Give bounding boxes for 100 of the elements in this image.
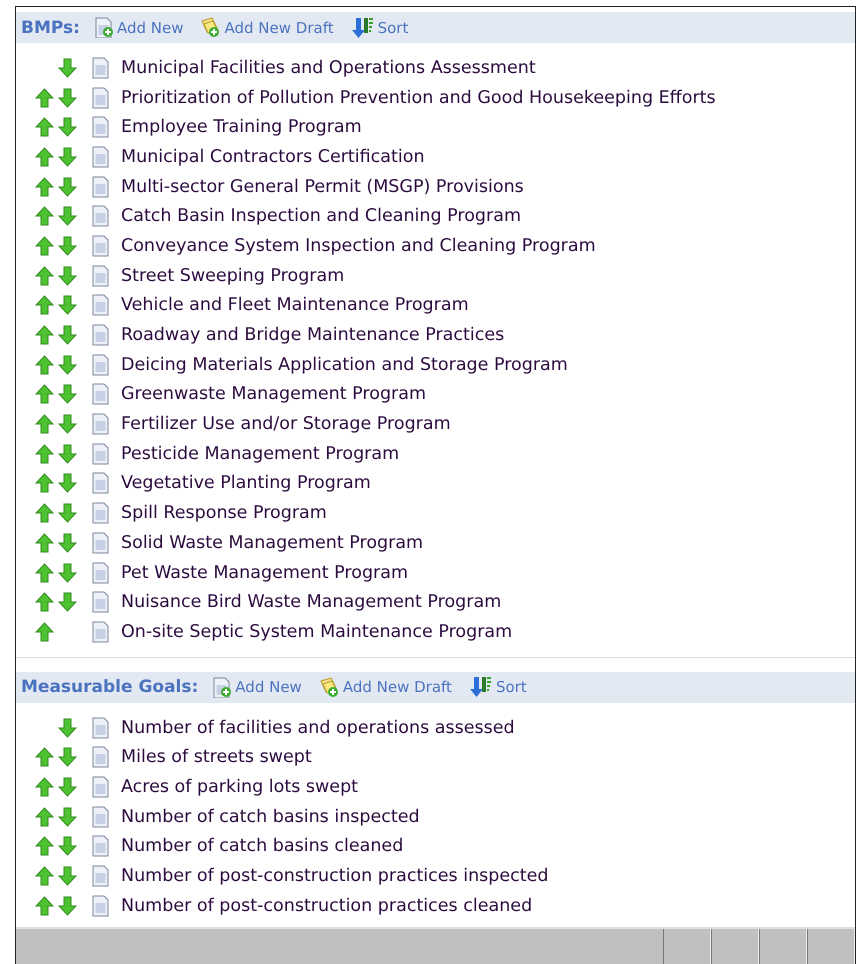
move-down-arrow-icon[interactable]	[58, 592, 77, 612]
document-icon	[91, 205, 110, 228]
item-link[interactable]: Deicing Materials Application and Storage Program	[121, 354, 568, 375]
move-down-arrow-icon[interactable]	[58, 414, 77, 434]
document-icon	[91, 502, 110, 524]
document-icon	[91, 56, 110, 79]
sort-link[interactable]: Sort	[378, 18, 408, 36]
move-down-arrow-icon[interactable]	[58, 384, 77, 404]
sort-link[interactable]: Sort	[496, 678, 527, 696]
item-link[interactable]: Number of facilities and operations assessed	[121, 718, 515, 738]
document-add-icon	[212, 676, 232, 698]
move-down-arrow-icon[interactable]	[58, 295, 77, 316]
document-icon	[91, 294, 110, 316]
add-new-draft-link[interactable]: Add New Draft	[342, 678, 452, 696]
item-link[interactable]: Street Sweeping Program	[121, 266, 344, 286]
move-up-arrow-icon[interactable]	[35, 503, 54, 524]
item-link[interactable]: On-site Septic System Maintenance Program	[121, 622, 512, 642]
item-link[interactable]: Greenwaste Management Program	[121, 384, 426, 404]
document-icon	[91, 383, 110, 406]
move-up-arrow-icon[interactable]	[35, 414, 54, 434]
item-link[interactable]: Spill Response Program	[121, 503, 327, 524]
sort-icon	[350, 16, 375, 38]
item-link[interactable]: Catch Basin Inspection and Cleaning Program	[121, 206, 522, 226]
item-link[interactable]: Nuisance Bird Waste Management Program	[121, 592, 502, 612]
notes-add-icon	[318, 676, 340, 698]
move-up-arrow-icon[interactable]	[35, 444, 54, 464]
move-down-arrow-icon[interactable]	[58, 176, 77, 197]
item-link[interactable]: Number of catch basins cleaned	[121, 836, 404, 856]
item-link[interactable]: Number of catch basins inspected	[121, 806, 420, 827]
move-down-arrow-icon[interactable]	[58, 206, 77, 226]
move-down-arrow-icon[interactable]	[58, 806, 77, 827]
item-link[interactable]: Municipal Facilities and Operations Assessment	[121, 58, 536, 78]
document-icon	[91, 865, 110, 888]
move-up-arrow-icon[interactable]	[35, 236, 54, 256]
move-down-arrow-icon[interactable]	[58, 266, 77, 286]
move-down-arrow-icon[interactable]	[58, 896, 77, 916]
move-up-arrow-icon[interactable]	[35, 866, 54, 886]
move-up-arrow-icon[interactable]	[35, 146, 54, 167]
status-pane	[807, 928, 855, 964]
document-add-icon	[94, 17, 114, 38]
item-link[interactable]: Fertilizer Use and/or Storage Program	[121, 414, 451, 434]
move-up-arrow-icon[interactable]	[35, 747, 54, 768]
add-new-link[interactable]: Add New	[116, 18, 184, 36]
move-up-arrow-icon[interactable]	[35, 562, 54, 583]
move-down-arrow-icon[interactable]	[58, 236, 77, 256]
item-link[interactable]: Solid Waste Management Program	[121, 532, 424, 553]
move-down-arrow-icon[interactable]	[58, 117, 77, 138]
document-icon	[91, 146, 110, 168]
sort-icon	[468, 676, 493, 698]
move-down-arrow-icon[interactable]	[58, 532, 77, 553]
move-up-arrow-icon[interactable]	[35, 325, 54, 346]
move-down-arrow-icon[interactable]	[58, 354, 77, 375]
move-down-arrow-icon[interactable]	[58, 444, 77, 464]
move-up-arrow-icon[interactable]	[35, 176, 54, 197]
item-link[interactable]: Conveyance System Inspection and Cleaning Program	[121, 236, 596, 256]
move-up-arrow-icon[interactable]	[35, 206, 54, 226]
item-link[interactable]: Number of post-construction practices inspected	[121, 866, 549, 886]
item-link[interactable]: Municipal Contractors Certification	[121, 146, 425, 167]
add-new-draft-link[interactable]: Add New Draft	[224, 18, 334, 36]
move-down-arrow-icon[interactable]	[58, 776, 77, 797]
item-link[interactable]: Number of post-construction practices cleaned	[121, 896, 532, 916]
move-down-arrow-icon[interactable]	[58, 866, 77, 886]
document-icon	[91, 716, 110, 739]
item-link[interactable]: Pet Waste Management Program	[121, 562, 408, 583]
status-pane	[759, 928, 807, 964]
move-down-arrow-icon[interactable]	[58, 325, 77, 346]
move-down-arrow-icon[interactable]	[58, 718, 77, 738]
move-up-arrow-icon[interactable]	[35, 622, 54, 642]
move-up-arrow-icon[interactable]	[35, 806, 54, 827]
item-link[interactable]: Pesticide Management Program	[121, 444, 400, 464]
move-up-arrow-icon[interactable]	[35, 354, 54, 375]
item-link[interactable]: Multi-sector General Permit (MSGP) Provisions	[121, 176, 524, 197]
move-down-arrow-icon[interactable]	[58, 747, 77, 768]
item-link[interactable]: Employee Training Program	[121, 117, 362, 138]
item-link[interactable]: Vegetative Planting Program	[121, 473, 371, 494]
item-link[interactable]: Acres of parking lots swept	[121, 776, 358, 797]
item-link[interactable]: Roadway and Bridge Maintenance Practices	[121, 325, 504, 346]
move-down-arrow-icon[interactable]	[58, 503, 77, 524]
move-down-arrow-icon[interactable]	[58, 146, 77, 167]
move-up-arrow-icon[interactable]	[35, 384, 54, 404]
move-up-arrow-icon[interactable]	[35, 896, 54, 916]
move-down-arrow-icon[interactable]	[58, 473, 77, 494]
move-up-arrow-icon[interactable]	[35, 117, 54, 138]
move-up-arrow-icon[interactable]	[35, 776, 54, 797]
item-link[interactable]: Prioritization of Pollution Prevention and Good Housekeeping Efforts	[121, 88, 716, 108]
move-up-arrow-icon[interactable]	[35, 592, 54, 612]
move-up-arrow-icon[interactable]	[35, 266, 54, 286]
move-down-arrow-icon[interactable]	[58, 88, 77, 108]
move-down-arrow-icon[interactable]	[58, 562, 77, 583]
move-up-arrow-icon[interactable]	[35, 295, 54, 316]
move-up-arrow-icon[interactable]	[35, 836, 54, 856]
move-down-arrow-icon[interactable]	[58, 58, 77, 78]
move-up-arrow-icon[interactable]	[35, 532, 54, 553]
move-up-arrow-icon[interactable]	[35, 88, 54, 108]
document-icon	[91, 176, 110, 198]
add-new-link[interactable]: Add New	[235, 678, 302, 696]
move-down-arrow-icon[interactable]	[58, 836, 77, 856]
item-link[interactable]: Vehicle and Fleet Maintenance Program	[121, 295, 469, 316]
item-link[interactable]: Miles of streets swept	[121, 747, 312, 768]
move-up-arrow-icon[interactable]	[35, 473, 54, 494]
